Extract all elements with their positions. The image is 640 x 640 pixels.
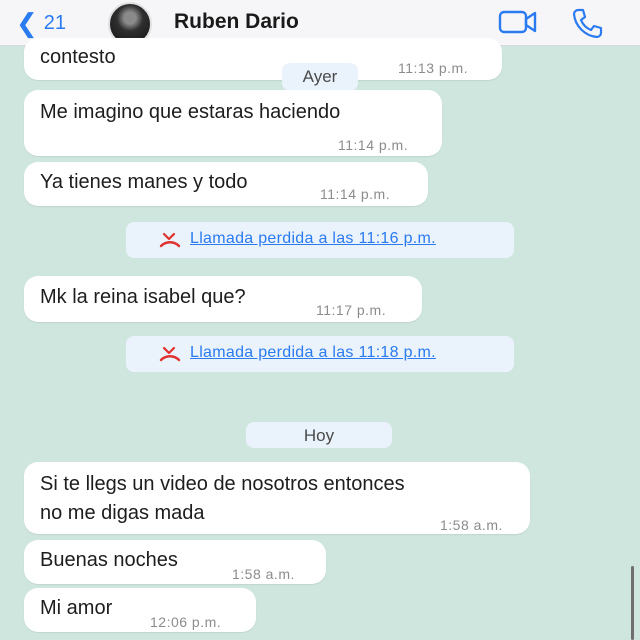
message-time: 11:13 p.m. xyxy=(398,60,469,76)
message-text: contesto xyxy=(40,46,116,68)
phone-icon xyxy=(572,8,603,39)
back-chevron-icon: ❮ xyxy=(16,8,38,38)
message-bubble[interactable]: Mi amor 12:06 p.m. xyxy=(24,588,256,632)
missed-call-text[interactable]: Llamada perdida a las 11:16 p.m. xyxy=(190,230,436,248)
missed-call-text[interactable]: Llamada perdida a las 11:18 p.m. xyxy=(190,344,436,362)
video-call-button[interactable] xyxy=(498,7,538,42)
missed-call-notice[interactable]: Llamada perdida a las 11:18 p.m. xyxy=(126,336,514,372)
missed-call-notice[interactable]: Llamada perdida a las 11:16 p.m. xyxy=(126,222,514,258)
message-bubble[interactable]: Mk la reina isabel que? 11:17 p.m. xyxy=(24,276,422,322)
contact-name[interactable]: Ruben Dario xyxy=(174,10,299,34)
message-time: 12:06 p.m. xyxy=(150,614,222,630)
date-separator: Ayer xyxy=(282,63,358,91)
message-text: Mi amor xyxy=(40,597,113,619)
message-text: Ya tienes manes y todo xyxy=(40,171,248,193)
message-bubble[interactable]: Si te llegs un video de nosotros entonce… xyxy=(24,462,530,534)
message-bubble[interactable]: Ya tienes manes y todo 11:14 p.m. xyxy=(24,162,428,206)
missed-call-icon xyxy=(159,346,181,362)
message-time: 11:14 p.m. xyxy=(320,186,391,202)
unread-count: 21 xyxy=(43,11,67,34)
phone-call-button[interactable] xyxy=(570,7,604,44)
message-bubble[interactable]: Buenas noches 1:58 a.m. xyxy=(24,540,326,584)
message-time: 11:14 p.m. xyxy=(338,137,409,153)
message-list[interactable]: contesto 11:13 p.m. Ayer Me imagino que … xyxy=(0,38,640,640)
message-text-line-2: no me digas mada xyxy=(40,502,205,524)
video-call-icon xyxy=(498,10,537,34)
scrollbar[interactable] xyxy=(631,566,634,640)
message-time: 11:17 p.m. xyxy=(316,302,387,318)
message-text-line-1: Si te llegs un video de nosotros entonce… xyxy=(40,473,405,495)
missed-call-icon xyxy=(159,232,181,248)
message-bubble[interactable]: Me imagino que estaras haciendo 11:14 p.… xyxy=(24,90,442,156)
message-time: 1:58 a.m. xyxy=(232,566,295,582)
back-button[interactable]: ❮ 21 xyxy=(16,8,66,38)
date-separator: Hoy xyxy=(246,422,392,448)
message-time: 1:58 a.m. xyxy=(440,517,503,533)
message-text: Buenas noches xyxy=(40,549,178,571)
message-bubble[interactable]: contesto 11:13 p.m. xyxy=(24,38,502,80)
message-text: Mk la reina isabel que? xyxy=(40,286,246,308)
message-text: Me imagino que estaras haciendo xyxy=(40,101,341,123)
